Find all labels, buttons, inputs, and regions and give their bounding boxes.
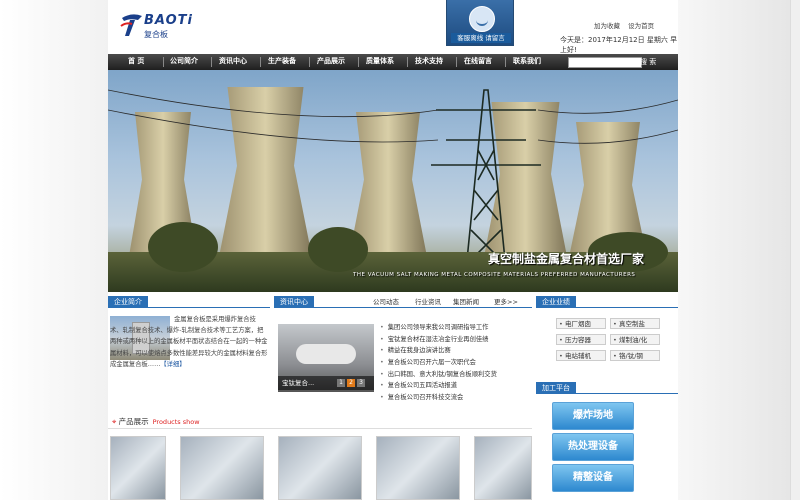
- nav-divider: [456, 57, 457, 67]
- business-item[interactable]: 铬/钛/钢: [610, 350, 660, 362]
- tree-image: [148, 222, 218, 272]
- business-item[interactable]: 煤制油/化: [610, 334, 660, 346]
- nav-divider: [407, 57, 408, 67]
- nav-products[interactable]: 产品展示: [317, 54, 345, 70]
- platform-heat-treatment-button[interactable]: 热处理设备: [552, 433, 634, 461]
- service-avatar-icon: [469, 6, 495, 32]
- search-button[interactable]: 搜 索: [640, 56, 656, 68]
- news-item[interactable]: 宝钛复合材在湿法冶金行业再创佳绩: [380, 334, 522, 346]
- business-item[interactable]: 压力容器: [556, 334, 606, 346]
- news-item[interactable]: 复合板公司五四活动报道: [380, 380, 522, 392]
- main-nav: 首 页 公司简介 资讯中心 生产装备 产品展示 质量体系 技术支持 在线留言 联…: [108, 54, 678, 70]
- news-tab-group[interactable]: 集团新闻: [453, 296, 479, 306]
- nav-divider: [211, 57, 212, 67]
- nav-news[interactable]: 资讯中心: [219, 54, 247, 70]
- vertical-scrollbar[interactable]: [790, 0, 800, 500]
- nav-divider: [260, 57, 261, 67]
- slide-page-1[interactable]: 1: [337, 379, 345, 387]
- platform-title-underline: [536, 393, 678, 394]
- location-pin-icon: ⌖: [112, 417, 117, 426]
- slide-page-2[interactable]: 2: [347, 379, 355, 387]
- intro-title-underline: [108, 307, 270, 308]
- nav-message[interactable]: 在线留言: [464, 54, 492, 70]
- set-homepage-link[interactable]: 设为首页: [628, 22, 654, 30]
- page-background-right: [678, 0, 790, 500]
- product-thumbnail[interactable]: [376, 436, 460, 500]
- news-tab-industry[interactable]: 行业资讯: [415, 296, 441, 306]
- top-links: 加为收藏 设为首页: [594, 20, 660, 30]
- logo-text: BAOTi: [144, 13, 193, 28]
- product-thumbnail[interactable]: [180, 436, 264, 500]
- product-thumbnail[interactable]: [110, 436, 166, 500]
- slide-page-3[interactable]: 3: [357, 379, 365, 387]
- nav-divider: [505, 57, 506, 67]
- banner-slogan-en: THE VACUUM SALT MAKING METAL COMPOSITE M…: [353, 272, 636, 278]
- nav-divider: [358, 57, 359, 67]
- news-tab-company[interactable]: 公司动态: [373, 296, 399, 306]
- nav-quality[interactable]: 质量体系: [366, 54, 394, 70]
- bookmark-link[interactable]: 加为收藏: [594, 22, 620, 30]
- nav-equipment[interactable]: 生产装备: [268, 54, 296, 70]
- product-thumbnail[interactable]: [278, 436, 362, 500]
- service-status-label: 客服离线 请留言: [451, 33, 511, 43]
- power-lines-image: [108, 89, 678, 144]
- banner-slogan: 真空制盐金属复合材首选厂家: [488, 252, 645, 266]
- news-item[interactable]: 复合板公司召开科技交流会: [380, 392, 522, 404]
- news-caption-text: 宝钛复合...: [282, 379, 315, 387]
- news-title-underline: [274, 307, 532, 308]
- nav-divider: [163, 57, 164, 67]
- news-tab-more[interactable]: 更多>>: [494, 296, 518, 306]
- products-title: 产品展示: [118, 417, 149, 426]
- news-item[interactable]: 复合板公司召开六届一次职代会: [380, 357, 522, 369]
- nav-contact[interactable]: 联系我们: [513, 54, 541, 70]
- nav-about[interactable]: 公司简介: [170, 54, 198, 70]
- news-item[interactable]: 出口韩国、意大利钛/钢复合板顺利交货: [380, 369, 522, 381]
- search-input[interactable]: [568, 57, 642, 68]
- nav-home[interactable]: 首 页: [128, 54, 144, 70]
- product-thumbnail[interactable]: [474, 436, 532, 500]
- news-list: 集团公司领导来我公司调研指导工作 宝钛复合材在湿法冶金行业再创佳绩 精益在我身边…: [380, 322, 522, 404]
- business-item[interactable]: 电站辅机: [556, 350, 606, 362]
- business-item[interactable]: 电厂烟囱: [556, 318, 606, 330]
- online-service-widget[interactable]: 客服离线 请留言: [446, 0, 514, 46]
- news-item[interactable]: 集团公司领导来我公司调研指导工作: [380, 322, 522, 334]
- logo-swoosh-icon: [120, 14, 142, 36]
- platform-blast-site-button[interactable]: 爆炸场地: [552, 402, 634, 430]
- business-title-underline: [536, 307, 678, 308]
- logo-subtitle: 复合板: [144, 30, 168, 39]
- intro-text: 金属复合板是采用爆炸复合技术、轧制复合技术、爆炸-轧制复合技术等工艺方案，把两种…: [110, 314, 268, 370]
- products-section-title: ⌖ 产品展示 Products show: [112, 416, 200, 427]
- hero-banner: 真空制盐金属复合材首选厂家 THE VACUUM SALT MAKING MET…: [108, 70, 678, 292]
- site-logo[interactable]: BAOTi 复合板: [120, 10, 230, 42]
- date-greeting: 今天是：2017年12月12日 星期六 早上好!: [560, 36, 678, 54]
- tree-image: [308, 227, 368, 272]
- news-item[interactable]: 精益在我身边演讲比赛: [380, 345, 522, 357]
- platform-finishing-button[interactable]: 精整设备: [552, 464, 634, 492]
- business-item[interactable]: 真空制盐: [610, 318, 660, 330]
- nav-divider: [309, 57, 310, 67]
- page-background-left: [0, 0, 108, 500]
- products-title-underline: [108, 428, 532, 429]
- intro-body: 金属复合板是采用爆炸复合技术、轧制复合技术、爆炸-轧制复合技术等工艺方案，把两种…: [110, 316, 268, 368]
- intro-more-link[interactable]: 【详细】: [160, 361, 185, 368]
- nav-tech-support[interactable]: 技术支持: [415, 54, 443, 70]
- page-container: BAOTi 复合板 客服离线 请留言 加为收藏 设为首页 今天是：2017年12…: [108, 0, 678, 500]
- products-title-en: Products show: [152, 418, 200, 426]
